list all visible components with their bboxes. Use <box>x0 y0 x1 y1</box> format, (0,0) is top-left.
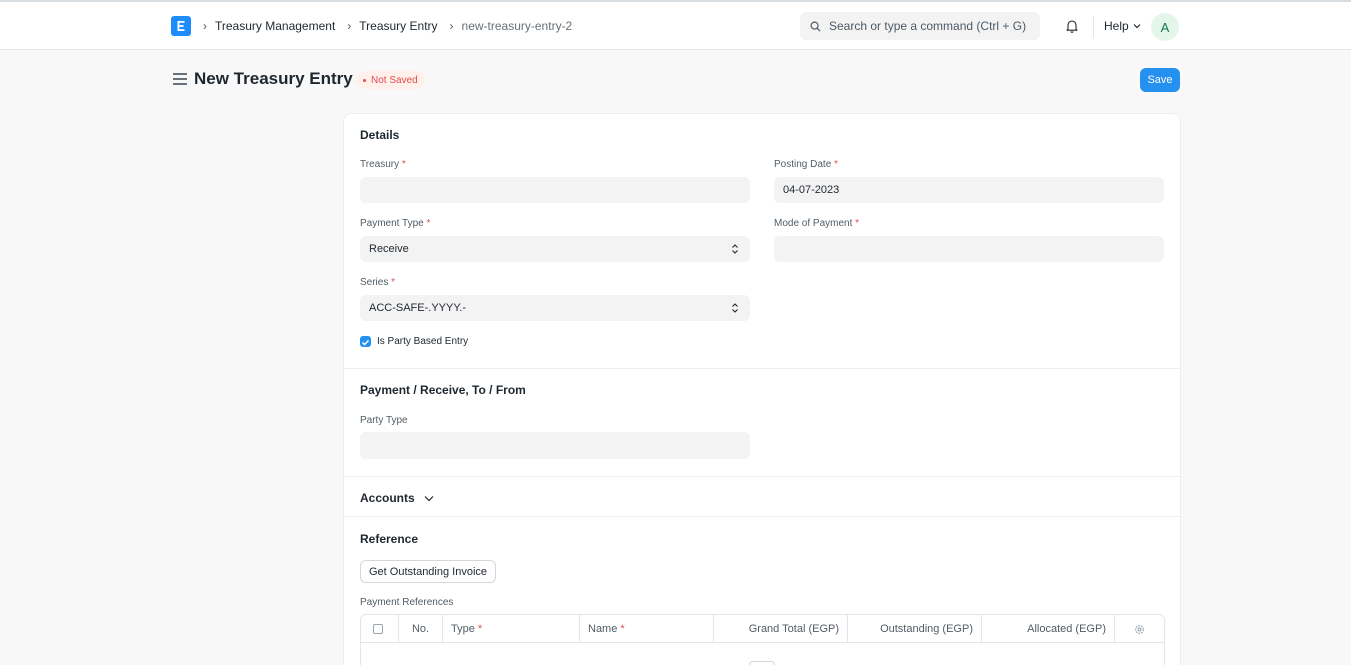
payment-type-label: Payment Type * <box>360 218 430 229</box>
payment-references-label: Payment References <box>360 597 454 608</box>
column-header-no: No. <box>399 615 443 643</box>
column-header-name[interactable]: Name * <box>580 615 714 643</box>
section-title-accounts: Accounts <box>360 491 415 505</box>
app-logo-icon[interactable] <box>171 16 191 36</box>
search-placeholder: Search or type a command (Ctrl + G) <box>829 19 1027 33</box>
treasury-label: Treasury * <box>360 159 406 170</box>
payment-type-select[interactable]: Receive <box>360 236 750 262</box>
required-marker: * <box>401 159 406 170</box>
column-header-type-text: Type <box>451 623 475 635</box>
chevron-down-icon <box>424 495 434 501</box>
section-title-details: Details <box>360 128 400 142</box>
column-header-name-text: Name <box>588 623 618 635</box>
party-type-field[interactable] <box>360 432 750 459</box>
table-header: No. Type * Name * Grand Total (EGP) Outs… <box>361 615 1164 643</box>
is-party-based-label[interactable]: Is Party Based Entry <box>377 336 468 347</box>
column-settings-cell <box>1115 615 1164 643</box>
navbar-divider <box>1093 16 1094 38</box>
required-marker: * <box>391 277 396 288</box>
section-title-party: Payment / Receive, To / From <box>360 383 526 397</box>
notification-bell-icon[interactable] <box>1064 18 1080 34</box>
required-marker: * <box>834 159 838 170</box>
form-card: Details Treasury * Posting Date * 04-07-… <box>343 113 1181 665</box>
search-icon <box>810 21 821 32</box>
posting-date-field[interactable]: 04-07-2023 <box>774 177 1164 203</box>
column-header-allocated[interactable]: Allocated (EGP) <box>982 615 1115 643</box>
help-label: Help <box>1104 19 1129 33</box>
mode-of-payment-label: Mode of Payment * <box>774 218 859 229</box>
breadcrumb-current-doc[interactable]: new-treasury-entry-2 <box>462 19 573 33</box>
series-value: ACC-SAFE-.YYYY.- <box>369 302 466 314</box>
chevron-right-icon: › <box>449 19 454 33</box>
breadcrumb-treasury-management[interactable]: Treasury Management <box>215 19 335 33</box>
navbar: › Treasury Management › Treasury Entry ›… <box>0 2 1351 50</box>
section-title-reference: Reference <box>360 532 419 546</box>
search-bar[interactable]: Search or type a command (Ctrl + G) <box>800 12 1040 40</box>
payment-type-label-text: Payment Type <box>360 218 424 229</box>
column-header-outstanding[interactable]: Outstanding (EGP) <box>848 615 982 643</box>
section-divider <box>344 368 1180 369</box>
required-marker: * <box>477 623 483 635</box>
column-header-grand-total[interactable]: Grand Total (EGP) <box>714 615 848 643</box>
select-arrows-icon <box>732 244 738 254</box>
posting-date-label-text: Posting Date <box>774 159 832 170</box>
page-title: New Treasury Entry <box>194 69 353 88</box>
treasury-label-text: Treasury <box>360 159 400 170</box>
payment-type-value: Receive <box>369 243 409 255</box>
series-label-text: Series <box>360 277 389 288</box>
select-all-checkbox[interactable] <box>373 624 383 634</box>
breadcrumb-treasury-entry[interactable]: Treasury Entry <box>359 19 437 33</box>
treasury-field[interactable] <box>360 177 750 203</box>
status-dot-icon <box>363 78 366 82</box>
is-party-based-checkbox[interactable] <box>360 336 371 347</box>
help-dropdown[interactable]: Help <box>1104 19 1141 33</box>
chevron-right-icon: › <box>203 19 207 33</box>
section-divider <box>344 476 1180 477</box>
section-toggle-accounts[interactable]: Accounts <box>360 491 434 505</box>
section-divider <box>344 516 1180 517</box>
posting-date-label: Posting Date * <box>774 159 838 170</box>
required-marker: * <box>620 623 625 635</box>
status-badge: Not Saved <box>356 71 425 89</box>
get-outstanding-invoice-button[interactable]: Get Outstanding Invoice <box>360 560 497 583</box>
status-text: Not Saved <box>371 74 418 86</box>
checkmark-icon <box>361 339 370 346</box>
sidebar-toggle-icon[interactable] <box>173 73 187 85</box>
select-all-cell <box>361 615 399 643</box>
breadcrumb: › Treasury Management › Treasury Entry ›… <box>199 2 580 50</box>
party-type-label: Party Type <box>360 415 408 426</box>
series-select[interactable]: ACC-SAFE-.YYYY.- <box>360 295 750 321</box>
required-marker: * <box>426 218 431 229</box>
select-arrows-icon <box>732 303 738 313</box>
gear-icon[interactable] <box>1134 624 1145 635</box>
chevron-right-icon: › <box>347 19 352 33</box>
empty-state-icon <box>749 661 775 665</box>
mode-of-payment-field[interactable] <box>774 236 1164 262</box>
avatar[interactable]: A <box>1151 13 1179 41</box>
chevron-down-icon <box>1133 24 1141 29</box>
series-label: Series * <box>360 277 395 288</box>
mode-of-payment-label-text: Mode of Payment <box>774 218 853 229</box>
save-button[interactable]: Save <box>1140 68 1180 92</box>
required-marker: * <box>855 218 860 229</box>
payment-references-table: No. Type * Name * Grand Total (EGP) Outs… <box>360 614 1165 665</box>
column-header-type[interactable]: Type * <box>443 615 580 643</box>
